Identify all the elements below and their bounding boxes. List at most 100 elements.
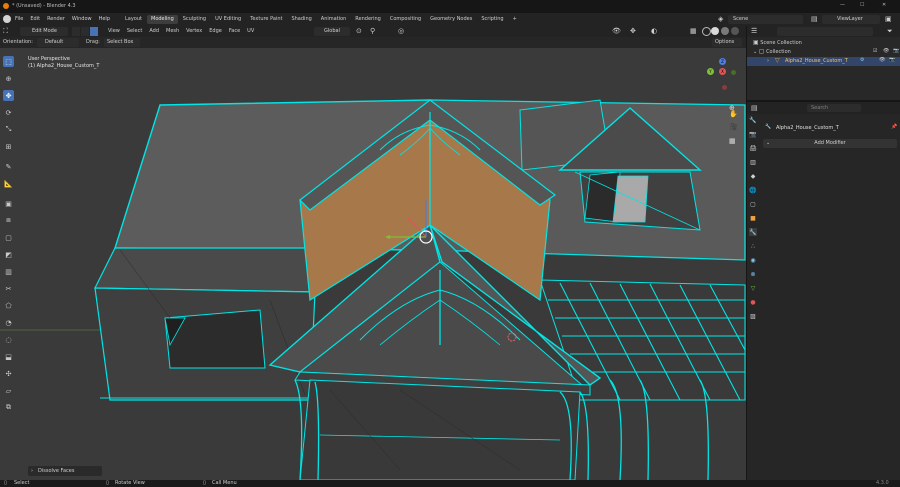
edge-slide-tool[interactable]: ⬓ <box>3 351 14 362</box>
knife-tool[interactable]: ✂ <box>3 283 14 294</box>
shading-material-icon[interactable] <box>721 27 729 35</box>
extrude-tool[interactable]: ⧈ <box>3 215 14 226</box>
particles-tab-icon[interactable]: ∴ <box>749 242 757 250</box>
close-button[interactable]: ✕ <box>882 2 886 8</box>
proportional-edit-icon[interactable]: ◎ <box>398 27 404 35</box>
navigation-gizmo[interactable]: Z Y X <box>700 58 740 98</box>
tab-shading[interactable]: Shading <box>287 15 315 24</box>
select-mode-edge-icon[interactable] <box>81 27 89 36</box>
tab-geometry-nodes[interactable]: Geometry Nodes <box>426 15 476 24</box>
measure-tool[interactable]: 📐 <box>3 178 14 189</box>
loop-cut-tool[interactable]: ▥ <box>3 266 14 277</box>
xray-toggle-icon[interactable]: ▦ <box>690 27 697 35</box>
outliner-search-field[interactable] <box>777 27 873 36</box>
tab-uv-editing[interactable]: UV Editing <box>211 15 245 24</box>
gizmo-toggle-icon[interactable]: ✥ <box>630 27 636 35</box>
camera-view-icon[interactable]: 🎥 <box>729 123 738 131</box>
maximize-button[interactable]: ☐ <box>860 2 864 8</box>
viewlayer-options-icon[interactable]: ▣ <box>885 15 892 23</box>
menu-view[interactable]: View <box>108 28 120 34</box>
inset-tool[interactable]: ▢ <box>3 232 14 243</box>
transform-tool[interactable]: ⊞ <box>3 141 14 152</box>
add-workspace-button[interactable]: + <box>509 15 521 24</box>
blender-menu-icon[interactable] <box>3 15 11 23</box>
data-tab-icon[interactable]: ▽ <box>749 284 757 292</box>
menu-mesh[interactable]: Mesh <box>166 28 179 34</box>
pivot-point-icon[interactable]: ⊙ <box>356 27 362 35</box>
camera-icon[interactable]: 📷 <box>893 48 899 54</box>
modifier-tab-icon[interactable]: 🔧 <box>749 228 757 236</box>
texture-tab-icon[interactable]: ▨ <box>749 312 757 320</box>
select-mode-face-icon[interactable] <box>90 27 98 36</box>
eye-icon[interactable]: 👁 <box>883 48 889 54</box>
tab-modeling[interactable]: Modeling <box>147 15 178 24</box>
shear-tool[interactable]: ▱ <box>3 385 14 396</box>
constraints-tab-icon[interactable]: ⊗ <box>749 270 757 278</box>
smooth-tool[interactable]: ◌ <box>3 334 14 345</box>
gizmo-neg-y-axis[interactable] <box>731 70 736 75</box>
pan-hand-icon[interactable]: ✋ <box>729 110 738 118</box>
scene-selector[interactable]: Scene <box>728 15 803 24</box>
viewlayer-selector[interactable]: ViewLayer <box>822 15 880 24</box>
world-tab-icon[interactable]: 🌐 <box>749 186 757 194</box>
physics-tab-icon[interactable]: ◉ <box>749 256 757 264</box>
scale-tool[interactable]: ⤡ <box>3 124 14 135</box>
outliner-row[interactable]: ⌄ ▢ Collection ☑ 👁 📷 <box>753 48 900 57</box>
shading-wireframe-icon[interactable] <box>702 27 711 36</box>
ortho-toggle-icon[interactable]: ▦ <box>729 137 736 145</box>
menu-help[interactable]: Help <box>99 16 110 22</box>
gizmo-x-axis[interactable]: X <box>719 68 726 75</box>
rotate-tool[interactable]: ⟳ <box>3 107 14 118</box>
shading-solid-icon[interactable] <box>711 27 719 35</box>
select-box-tool[interactable]: ⬚ <box>3 56 14 67</box>
shading-rendered-icon[interactable] <box>731 27 739 35</box>
menu-render[interactable]: Render <box>47 16 65 22</box>
editor-type-icon[interactable]: ⛶ <box>3 27 8 36</box>
pin-icon[interactable]: 📌 <box>891 124 897 130</box>
menu-uv[interactable]: UV <box>247 28 254 34</box>
transform-orientation-selector[interactable]: Global <box>314 27 350 36</box>
orientation-selector[interactable]: Default <box>37 38 79 47</box>
scene-tab-icon[interactable]: ◆ <box>749 172 757 180</box>
poly-build-tool[interactable]: ⬠ <box>3 300 14 311</box>
last-operator-panel[interactable]: › Dissolve Faces <box>28 466 102 476</box>
tab-layout[interactable]: Layout <box>121 15 146 24</box>
collection-tab-icon[interactable]: ▢ <box>749 200 757 208</box>
output-tab-icon[interactable]: 🖨 <box>749 144 757 152</box>
outliner-row[interactable]: ▣ Scene Collection <box>753 39 900 48</box>
tab-compositing[interactable]: Compositing <box>386 15 425 24</box>
tab-texture-paint[interactable]: Texture Paint <box>246 15 286 24</box>
properties-editor-icon[interactable]: ▤ <box>751 104 758 112</box>
drag-selector[interactable]: Select Box <box>104 38 140 47</box>
annotate-tool[interactable]: ✎ <box>3 161 14 172</box>
gizmo-y-axis[interactable]: Y <box>707 68 714 75</box>
gizmo-neg-x-axis[interactable] <box>722 85 727 90</box>
menu-select[interactable]: Select <box>127 28 142 34</box>
object-tab-icon[interactable]: ■ <box>749 214 757 222</box>
minimize-button[interactable]: — <box>840 2 845 8</box>
menu-edit[interactable]: Edit <box>30 16 40 22</box>
shrink-tool[interactable]: ✣ <box>3 368 14 379</box>
house-mesh[interactable] <box>0 48 746 480</box>
rip-tool[interactable]: ⧉ <box>3 402 14 413</box>
properties-search-field[interactable]: Search <box>807 104 861 112</box>
viewport-3d[interactable]: User Perspective (1) Alpha2_House_Custom… <box>0 48 746 480</box>
menu-face[interactable]: Face <box>229 28 240 34</box>
material-tab-icon[interactable]: ● <box>749 298 757 306</box>
bevel-tool[interactable]: ◩ <box>3 249 14 260</box>
view-layer-tab-icon[interactable]: ▥ <box>749 158 757 166</box>
outliner-filter-icon[interactable]: ⏷ <box>887 27 893 36</box>
viewport-visibility-icon[interactable]: 👁 <box>612 27 621 35</box>
move-tool[interactable]: ✥ <box>3 90 14 101</box>
add-cube-tool[interactable]: ▣ <box>3 198 14 209</box>
tab-animation[interactable]: Animation <box>317 15 351 24</box>
eye-icon[interactable]: 👁 <box>879 57 885 63</box>
tab-scripting[interactable]: Scripting <box>477 15 507 24</box>
select-mode-vertex-icon[interactable] <box>72 27 80 36</box>
tab-sculpting[interactable]: Sculpting <box>179 15 210 24</box>
options-dropdown[interactable]: Options <box>712 38 742 47</box>
menu-window[interactable]: Window <box>72 16 92 22</box>
checkbox-icon[interactable]: ☑ <box>873 48 877 54</box>
outliner-editor-icon[interactable]: ☰ <box>751 27 757 35</box>
spin-tool[interactable]: ◔ <box>3 317 14 328</box>
